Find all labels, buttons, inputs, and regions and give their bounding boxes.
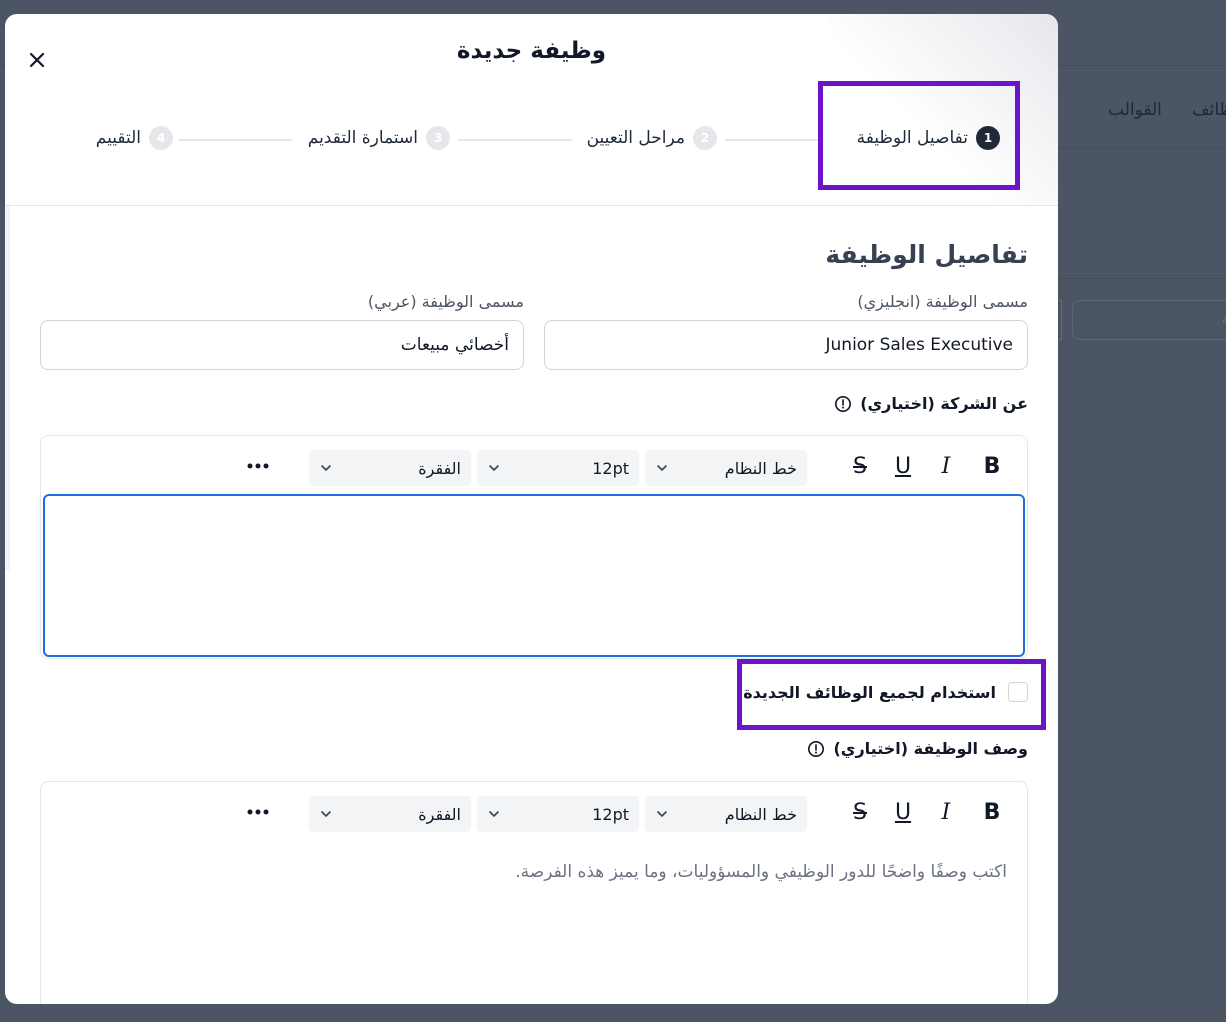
job-description-placeholder: اكتب وصفًا واضحًا للدور الوظيفي والمسؤول… (515, 862, 1007, 882)
section-title: تفاصيل الوظيفة (825, 240, 1028, 269)
strikethrough-button[interactable]: S (845, 451, 875, 481)
block-format-select[interactable]: الفقرة (309, 796, 471, 832)
background-tab-jobs[interactable]: ظائف (1192, 100, 1226, 120)
font-family-value: خط النظام (724, 458, 797, 478)
about-company-textarea[interactable] (43, 494, 1025, 657)
close-button[interactable] (25, 48, 49, 72)
background-search-placeholder: فة (1221, 312, 1226, 327)
underline-button[interactable]: U (888, 797, 918, 827)
font-family-value: خط النظام (724, 804, 797, 824)
italic-button[interactable]: I (931, 797, 961, 827)
step-connector (458, 139, 572, 141)
bold-button[interactable]: B (977, 797, 1007, 827)
job-description-label: وصف الوظيفة (اختياري) (833, 739, 1028, 758)
scrollbar-track[interactable] (5, 206, 10, 570)
info-icon[interactable] (834, 395, 852, 413)
job-title-en-value: Junior Sales Executive (825, 335, 1014, 355)
more-options-button[interactable] (243, 451, 273, 481)
step-number: 3 (426, 126, 450, 150)
font-size-select[interactable]: 12pt (477, 796, 639, 832)
step-number: 2 (693, 126, 717, 150)
step-application-form[interactable]: 3 استمارة التقديم (308, 126, 450, 150)
strikethrough-button[interactable]: S (845, 797, 875, 827)
background-divider (1058, 278, 1226, 279)
italic-button[interactable]: I (931, 451, 961, 481)
step-number: 4 (149, 126, 173, 150)
editor-toolbar: B I U S خط النظام 12pt الفقرة (41, 782, 1027, 840)
font-size-value: 12pt (592, 804, 629, 824)
highlight-box-active-step (818, 81, 1020, 190)
chevron-down-icon (489, 465, 499, 472)
job-description-editor: B I U S خط النظام 12pt الفقرة اكتب وصفًا… (40, 781, 1028, 1004)
font-size-value: 12pt (592, 458, 629, 478)
step-label: مراحل التعيين (586, 128, 685, 148)
step-label: استمارة التقديم (307, 128, 418, 148)
step-connector (725, 139, 821, 141)
job-title-ar-value: أخصائي مبيعات (400, 335, 509, 355)
editor-toolbar: B I U S خط النظام 12pt الفقرة (41, 436, 1027, 494)
underline-button[interactable]: U (888, 451, 918, 481)
more-icon (247, 463, 269, 469)
step-evaluation[interactable]: 4 التقييم (96, 126, 173, 150)
chevron-down-icon (657, 811, 667, 818)
job-description-label-row: وصف الوظيفة (اختياري) (807, 739, 1028, 758)
chevron-down-icon (321, 811, 331, 818)
job-title-ar-input[interactable]: أخصائي مبيعات (40, 320, 524, 370)
about-company-label-row: عن الشركة (اختياري) (834, 394, 1028, 413)
highlight-box-checkbox (737, 659, 1046, 730)
background-tabs: القوالب ظائف (1058, 68, 1226, 148)
background-tab-templates[interactable]: القوالب (1108, 100, 1162, 120)
chevron-down-icon (321, 465, 331, 472)
chevron-down-icon (657, 465, 667, 472)
block-format-value: الفقرة (418, 804, 461, 824)
close-icon (29, 52, 45, 68)
font-family-select[interactable]: خط النظام (645, 796, 807, 832)
about-company-label: عن الشركة (اختياري) (860, 394, 1028, 413)
job-title-en-input[interactable]: Junior Sales Executive (544, 320, 1028, 370)
more-options-button[interactable] (243, 797, 273, 827)
bold-button[interactable]: B (977, 451, 1007, 481)
font-size-select[interactable]: 12pt (477, 450, 639, 486)
new-job-modal: وظيفة جديدة 1 تفاصيل الوظيفة 2 مراحل الت… (5, 14, 1058, 1004)
modal-title: وظيفة جديدة (456, 38, 607, 64)
background-search-input[interactable]: فة (1072, 300, 1226, 340)
step-hiring-stages[interactable]: 2 مراحل التعيين (587, 126, 717, 150)
job-title-ar-label: مسمى الوظيفة (عربي) (367, 292, 524, 311)
step-connector (179, 139, 292, 141)
step-label: التقييم (95, 128, 141, 148)
job-title-en-label: مسمى الوظيفة (انجليزي) (857, 292, 1028, 311)
block-format-value: الفقرة (418, 458, 461, 478)
font-family-select[interactable]: خط النظام (645, 450, 807, 486)
more-icon (247, 809, 269, 815)
about-company-editor: B I U S خط النظام 12pt الفقرة (40, 435, 1028, 659)
block-format-select[interactable]: الفقرة (309, 450, 471, 486)
job-description-textarea[interactable]: اكتب وصفًا واضحًا للدور الوظيفي والمسؤول… (41, 840, 1027, 1004)
info-icon[interactable] (807, 740, 825, 758)
background-filter-box (1058, 300, 1062, 340)
chevron-down-icon (489, 811, 499, 818)
